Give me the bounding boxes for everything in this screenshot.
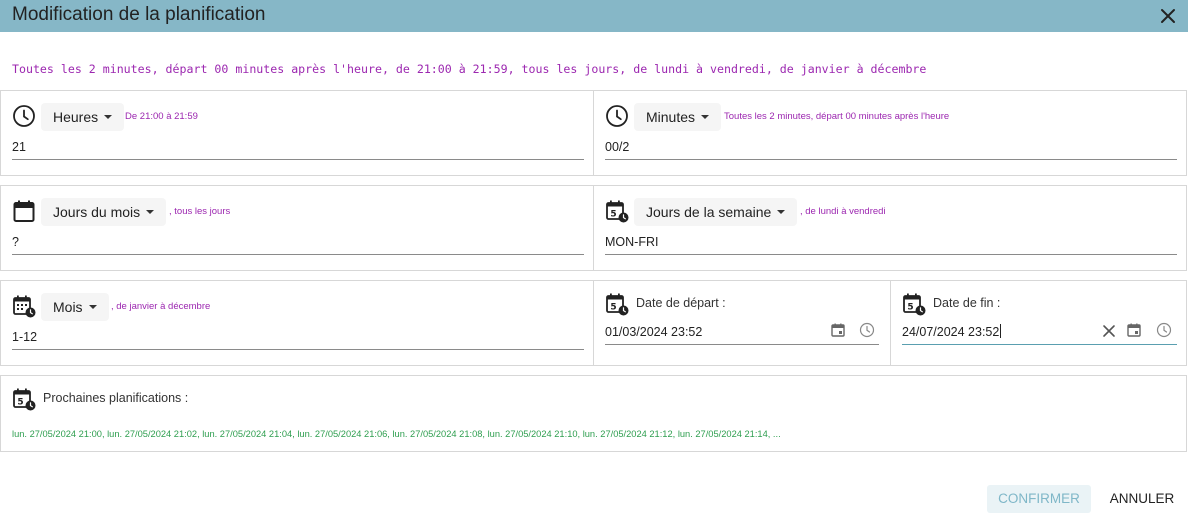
text-cursor — [1000, 324, 1002, 338]
hours-description: De 21:00 à 21:59 — [125, 111, 198, 122]
time-picker-icon[interactable] — [1156, 322, 1172, 338]
end-date-panel: Date de fin : 24/07/2024 23:52 — [890, 280, 1187, 366]
cancel-button[interactable]: ANNULER — [1100, 485, 1184, 513]
months-panel: Mois , de janvier à décembre 1-12 — [0, 280, 594, 366]
minutes-dropdown[interactable]: Minutes — [634, 103, 722, 131]
days-of-month-panel: Jours du mois , tous les jours ? — [0, 185, 594, 271]
calendar-clock-icon — [12, 387, 36, 411]
end-date-label: Date de fin : — [933, 296, 1001, 310]
calendar-icon — [12, 199, 36, 223]
chevron-down-icon — [146, 210, 155, 215]
calendar-picker-icon[interactable] — [830, 322, 846, 338]
days-of-month-dropdown[interactable]: Jours du mois — [41, 198, 167, 226]
chevron-down-icon — [701, 115, 710, 120]
chevron-down-icon — [104, 115, 113, 120]
hours-input[interactable]: 21 — [12, 138, 584, 160]
hours-dropdown[interactable]: Heures — [41, 103, 125, 131]
calendar-clock-icon — [605, 292, 629, 316]
minutes-input[interactable]: 00/2 — [605, 138, 1177, 160]
chevron-down-icon — [88, 305, 97, 310]
minutes-panel: Minutes Toutes les 2 minutes, départ 00 … — [593, 90, 1187, 176]
days-of-week-input[interactable]: MON-FRI — [605, 233, 1177, 255]
start-date-label: Date de départ : — [636, 296, 726, 310]
close-icon[interactable] — [1156, 4, 1180, 28]
days-of-month-description: , tous les jours — [169, 206, 231, 217]
dialog-title: Modification de la planification — [12, 4, 266, 25]
days-of-week-panel: Jours de la semaine , de lundi à vendred… — [593, 185, 1187, 271]
confirm-button[interactable]: CONFIRMER — [987, 485, 1091, 513]
clear-icon[interactable] — [1101, 323, 1117, 339]
chevron-down-icon — [777, 210, 786, 215]
clock-icon — [605, 104, 629, 128]
months-description: , de janvier à décembre — [111, 301, 211, 312]
days-of-week-dropdown[interactable]: Jours de la semaine — [634, 198, 798, 226]
dialog-header: Modification de la planification — [0, 0, 1188, 32]
hours-panel: Heures De 21:00 à 21:59 21 — [0, 90, 594, 176]
calendar-picker-icon[interactable] — [1126, 322, 1142, 338]
schedule-summary: Toutes les 2 minutes, départ 00 minutes … — [12, 62, 927, 76]
clock-icon — [12, 104, 36, 128]
next-schedules-label: Prochaines planifications : — [43, 391, 189, 405]
next-schedules-panel: Prochaines planifications : lun. 27/05/2… — [0, 375, 1187, 452]
months-input[interactable]: 1-12 — [12, 328, 584, 350]
calendar-clock-icon — [902, 292, 926, 316]
months-dropdown[interactable]: Mois — [41, 293, 109, 321]
start-date-panel: Date de départ : 01/03/2024 23:52 — [593, 280, 891, 366]
days-of-month-input[interactable]: ? — [12, 233, 584, 255]
next-schedules-list: lun. 27/05/2024 21:00, lun. 27/05/2024 2… — [12, 429, 781, 439]
calendar-month-clock-icon — [12, 294, 36, 318]
end-date-value: 24/07/2024 23:52 — [902, 325, 1000, 339]
calendar-week-clock-icon — [605, 199, 629, 223]
time-picker-icon[interactable] — [859, 322, 875, 338]
minutes-description: Toutes les 2 minutes, départ 00 minutes … — [724, 111, 950, 122]
days-of-week-description: , de lundi à vendredi — [800, 206, 886, 217]
